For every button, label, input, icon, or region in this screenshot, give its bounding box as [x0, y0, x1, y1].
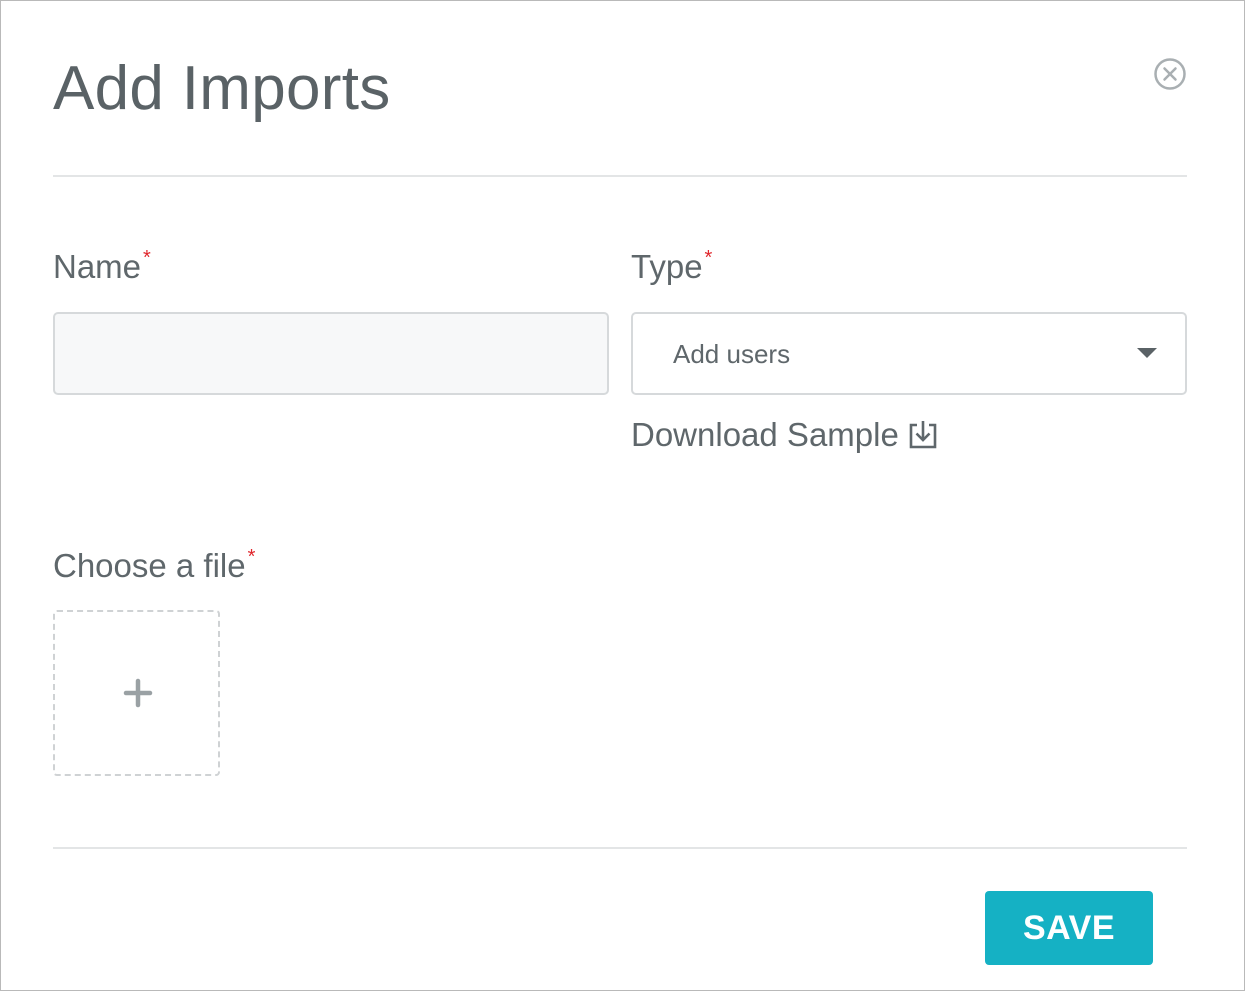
close-button[interactable]	[1153, 57, 1187, 91]
name-label: Name *	[53, 238, 151, 287]
type-select-value: Add users	[673, 339, 791, 369]
required-asterisk: *	[143, 247, 151, 269]
file-label-text: Choose a file	[53, 547, 246, 584]
type-select[interactable]: Add users	[631, 312, 1187, 395]
add-imports-dialog: Add Imports Name * Type * Add users Downlo…	[0, 0, 1245, 991]
name-label-text: Name	[53, 248, 142, 285]
download-icon	[907, 419, 939, 451]
close-circle-icon	[1154, 58, 1186, 90]
download-sample-label: Download Sample	[631, 416, 899, 453]
save-button[interactable]: SAVE	[985, 891, 1153, 965]
header-divider	[53, 175, 1187, 177]
download-sample-link[interactable]: Download Sample	[631, 413, 939, 457]
plus-icon	[123, 678, 153, 708]
type-label-text: Type	[631, 248, 703, 285]
type-label: Type *	[631, 238, 712, 287]
required-asterisk: *	[704, 247, 713, 269]
file-label: Choose a file *	[53, 537, 255, 586]
file-upload-dropzone[interactable]	[53, 610, 220, 776]
footer-divider	[53, 847, 1187, 849]
dialog-title: Add Imports	[53, 54, 391, 123]
name-input[interactable]	[53, 312, 609, 395]
caret-down-icon	[1137, 348, 1157, 358]
required-asterisk: *	[247, 546, 256, 568]
